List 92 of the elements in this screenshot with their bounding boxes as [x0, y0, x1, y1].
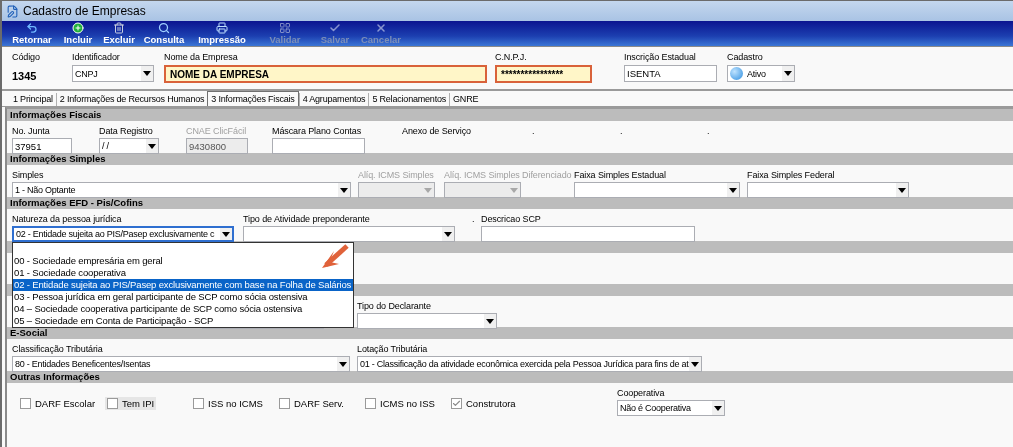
field-label: Natureza da pessoa jurídica: [12, 213, 122, 225]
toolbar-button[interactable]: Excluir: [98, 21, 140, 46]
window-title: Cadastro de Empresas: [23, 4, 146, 18]
plus-icon: [72, 22, 84, 34]
search-icon: [158, 22, 170, 34]
caret-icon: [444, 231, 452, 237]
caret-icon: [784, 71, 792, 76]
dropdown[interactable]: [747, 182, 909, 198]
dropdown[interactable]: / /: [99, 138, 159, 154]
field-label: Identificador: [72, 51, 120, 63]
field-label: .: [532, 125, 535, 137]
input-field[interactable]: ****************: [495, 65, 592, 83]
section-header: E-Social: [7, 327, 1013, 339]
grid-icon: [279, 22, 291, 34]
field-label: Lotação Tributária: [357, 343, 428, 355]
section-header: Informações Simples: [7, 153, 1013, 165]
field-label: No. Junta: [12, 125, 50, 137]
field-label: Inscrição Estadual: [624, 51, 696, 63]
field-label: .: [620, 125, 623, 137]
dropdown[interactable]: [357, 313, 497, 329]
caret-icon: [339, 361, 347, 367]
check-icon: [452, 399, 461, 408]
tab[interactable]: 4 Agrupamentos: [298, 93, 369, 106]
caret-icon: [424, 187, 432, 193]
dropdown[interactable]: 02 - Entidade sujeita ao PIS/Pasep exclusivamente c: [12, 226, 234, 242]
checkbox[interactable]: ISS no ICMS: [191, 397, 265, 410]
tab[interactable]: GNRE: [449, 93, 482, 106]
close-icon: [375, 22, 387, 34]
field-label: Faixa Simples Federal: [747, 169, 835, 181]
dropdown[interactable]: [243, 226, 455, 242]
toolbar-button[interactable]: Impressão: [188, 21, 256, 46]
tab[interactable]: 5 Relacionamentos: [368, 93, 450, 106]
toolbar-button[interactable]: Retornar: [6, 21, 58, 46]
dropdown[interactable]: 01 - Classificação da atividade econômica exercida pela Pessoa Jurídica para fins de at: [357, 356, 702, 372]
caret-icon: [222, 231, 230, 237]
field-label: Alíq. ICMS Simples Diferenciado: [444, 169, 572, 181]
field-label: Classificação Tributária: [12, 343, 103, 355]
checkbox[interactable]: DARF Serv.: [277, 397, 346, 410]
dropdown[interactable]: [574, 182, 740, 198]
field-label: Máscara Plano Contas: [272, 125, 362, 137]
input-field[interactable]: 37951: [12, 138, 72, 154]
input-field[interactable]: [272, 138, 365, 154]
field-label: Tipo de Atividade preponderante: [243, 213, 370, 225]
checkbox[interactable]: Tem IPI: [105, 397, 157, 410]
caret-icon: [714, 405, 722, 411]
trash-icon: [113, 22, 125, 34]
input-field[interactable]: [481, 226, 695, 242]
caret-icon: [486, 318, 494, 324]
toolbar-button[interactable]: Incluir: [58, 21, 98, 46]
input-field[interactable]: NOME DA EMPRESA: [164, 65, 487, 83]
field-label: Anexo de Serviço: [402, 125, 471, 137]
field-label: Tipo do Declarante: [357, 300, 431, 312]
toolbar-button[interactable]: Consulta: [140, 21, 188, 46]
field-label: Alíq. ICMS Simples: [358, 169, 434, 181]
form-icon: [6, 4, 19, 18]
field-label: Cooperativa: [617, 387, 665, 399]
undo-icon: [26, 22, 38, 34]
field-label: Cadastro: [727, 51, 763, 63]
check-icon: [329, 22, 341, 34]
field-label: CNAE ClicFácil: [186, 125, 247, 137]
dropdown[interactable]: Não é Cooperativa: [617, 400, 725, 416]
caret-icon: [898, 187, 906, 193]
field-label: C.N.P.J.: [495, 51, 527, 63]
checkbox[interactable]: DARF Escolar: [18, 397, 98, 410]
section-header: Informações Fiscais: [7, 109, 1013, 121]
field-label: .: [707, 125, 710, 137]
code-value: 1345: [12, 69, 38, 84]
dropdown-option[interactable]: 02 - Entidade sujeita ao PIS/Pasep exclusivamente com base na Folha de Salários: [13, 279, 354, 291]
caret-icon: [729, 187, 737, 193]
field-label: .: [472, 213, 475, 225]
field-label: Data Registro: [99, 125, 153, 137]
caret-icon: [143, 71, 151, 76]
tab[interactable]: 3 Informações Fiscais: [207, 91, 299, 106]
caret-icon: [148, 143, 156, 149]
caret-icon: [340, 187, 348, 193]
caret-icon: [510, 187, 518, 193]
field-label: Simples: [12, 169, 44, 181]
field-label: Nome da Empresa: [164, 51, 238, 63]
caret-icon: [691, 361, 699, 367]
status-icon: [730, 67, 743, 80]
field-label: Descricao SCP: [481, 213, 541, 225]
dropdown[interactable]: 80 - Entidades Beneficentes/Isentas: [12, 356, 350, 372]
field-label: Código: [12, 51, 40, 63]
printer-icon: [216, 22, 228, 34]
dropdown[interactable]: 1 - Não Optante: [12, 182, 351, 198]
field-label: Faixa Simples Estadual: [574, 169, 666, 181]
dropdown[interactable]: CNPJ: [72, 65, 154, 82]
dropdown[interactable]: Ativo: [727, 65, 795, 82]
checkbox[interactable]: Construtora: [449, 397, 518, 410]
tab[interactable]: 1 Principal: [10, 93, 56, 106]
checkbox[interactable]: ICMS no ISS: [363, 397, 437, 410]
input-field[interactable]: ISENTA: [624, 65, 717, 82]
